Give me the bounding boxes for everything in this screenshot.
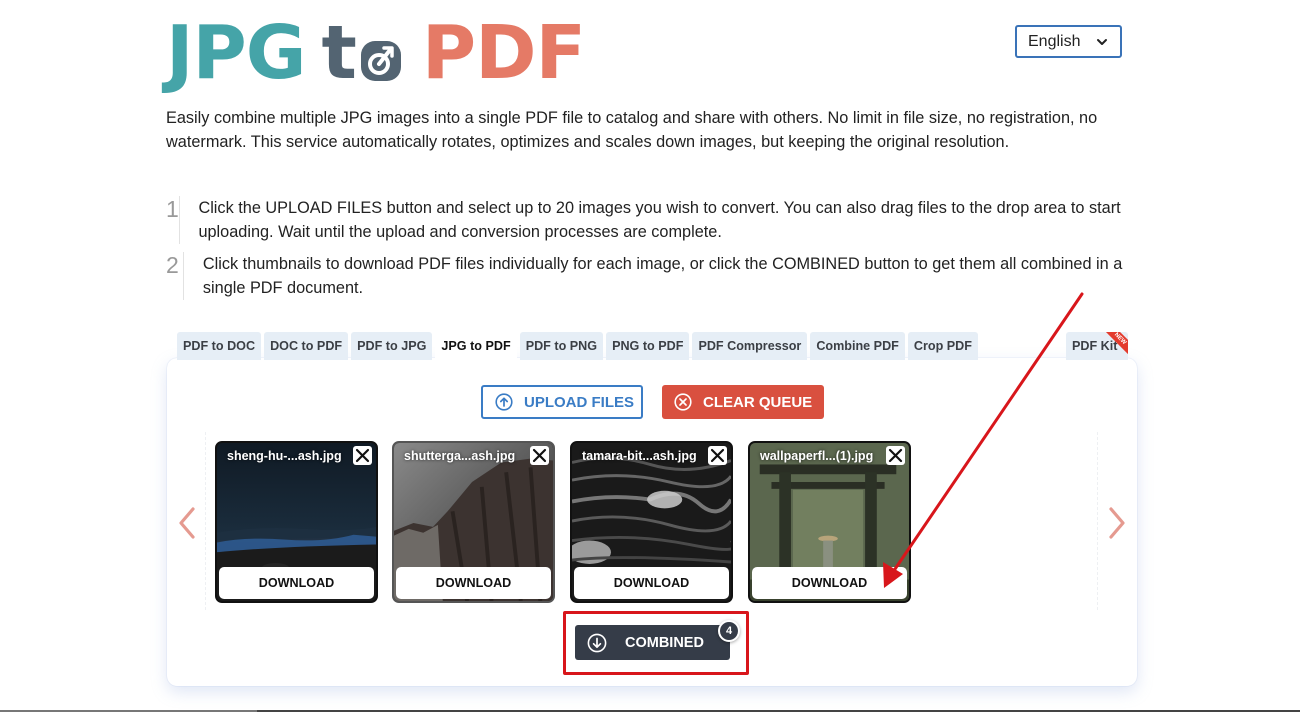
download-button[interactable]: DOWNLOAD (396, 567, 551, 599)
combined-label: COMBINED (625, 634, 704, 651)
chevron-down-icon (1097, 39, 1107, 45)
close-icon[interactable] (708, 446, 727, 465)
step-text: Click thumbnails to download PDF files i… (202, 255, 1123, 297)
file-name: tamara-bit...ash.jpg (582, 449, 697, 463)
language-selected-value: English (1028, 32, 1081, 50)
step-item: 2 Click thumbnails to download PDF files… (166, 252, 1126, 300)
tab-pdf-to-jpg[interactable]: PDF to JPG (351, 332, 433, 360)
logo-pdf-text: PDF (421, 10, 586, 96)
file-name: sheng-hu-...ash.jpg (227, 449, 342, 463)
file-card[interactable]: shutterga...ash.jpg DOWNLOAD (392, 441, 555, 603)
tab-combine-pdf[interactable]: Combine PDF (810, 332, 905, 360)
carousel-right-edge (1097, 432, 1098, 610)
combined-button[interactable]: COMBINED (575, 625, 730, 660)
arrow-up-circle-icon (495, 393, 513, 411)
upload-files-label: UPLOAD FILES (524, 393, 635, 411)
download-button[interactable]: DOWNLOAD (574, 567, 729, 599)
tool-tabs: PDF to DOC DOC to PDF PDF to JPG JPG to … (177, 332, 978, 360)
download-button[interactable]: DOWNLOAD (219, 567, 374, 599)
close-icon[interactable] (886, 446, 905, 465)
tab-png-to-pdf[interactable]: PNG to PDF (606, 332, 690, 360)
close-icon[interactable] (353, 446, 372, 465)
tab-pdf-to-doc[interactable]: PDF to DOC (177, 332, 262, 360)
tab-pdf-kit[interactable]: PDF Kit NEW (1066, 332, 1128, 360)
intro-description: Easily combine multiple JPG images into … (166, 109, 1098, 151)
clear-queue-label: CLEAR QUEUE (703, 393, 813, 411)
download-button[interactable]: DOWNLOAD (752, 567, 907, 599)
file-card[interactable]: wallpaperfl...(1).jpg DOWNLOAD (748, 441, 911, 603)
tab-pdf-compressor[interactable]: PDF Compressor (692, 332, 808, 360)
file-card[interactable]: sheng-hu-...ash.jpg DOWNLOAD (215, 441, 378, 603)
instruction-steps: 1 Click the UPLOAD FILES button and sele… (166, 196, 1126, 308)
file-count-badge: 4 (718, 620, 740, 642)
step-number: 2 (166, 252, 179, 278)
tab-pdf-to-png[interactable]: PDF to PNG (519, 332, 604, 360)
tab-jpg-to-pdf[interactable]: JPG to PDF (435, 332, 517, 360)
step-text: Click the UPLOAD FILES button and select… (198, 199, 1121, 241)
carousel-left-edge (205, 432, 206, 610)
logo-jpg-text: JPG (166, 10, 307, 96)
upload-files-button[interactable]: UPLOAD FILES (481, 385, 643, 419)
logo-t-letter: t (321, 10, 357, 96)
chevron-left-icon[interactable] (176, 505, 198, 541)
chevron-right-icon[interactable] (1106, 505, 1128, 541)
tab-doc-to-pdf[interactable]: DOC to PDF (264, 332, 349, 360)
arrow-down-circle-icon (587, 633, 607, 652)
site-logo[interactable]: JPG t PDF (166, 10, 586, 96)
close-icon[interactable] (530, 446, 549, 465)
step-item: 1 Click the UPLOAD FILES button and sele… (166, 196, 1126, 244)
x-circle-icon (674, 393, 692, 411)
file-name: wallpaperfl...(1).jpg (760, 449, 874, 463)
tab-pdf-kit-label: PDF Kit (1072, 339, 1118, 353)
file-name: shutterga...ash.jpg (404, 449, 516, 463)
clear-queue-button[interactable]: CLEAR QUEUE (662, 385, 824, 419)
logo-to-text: t (321, 10, 402, 96)
file-card[interactable]: tamara-bit...ash.jpg DOWNLOAD (570, 441, 733, 603)
tab-crop-pdf[interactable]: Crop PDF (907, 332, 978, 360)
step-number: 1 (166, 196, 179, 222)
logo-convert-icon (360, 41, 401, 81)
language-select[interactable]: English (1015, 25, 1122, 58)
